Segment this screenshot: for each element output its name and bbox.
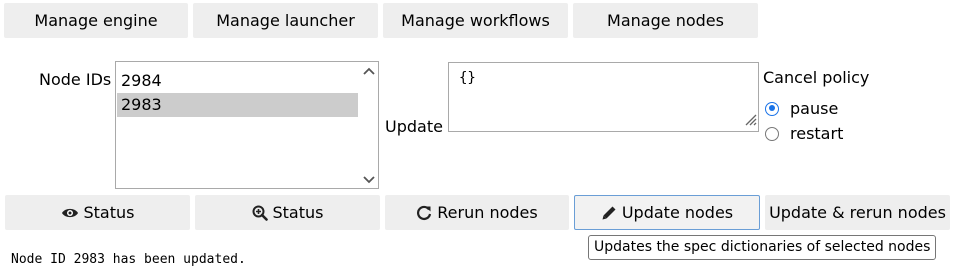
pencil-icon (601, 205, 617, 221)
manage-workflows-button[interactable]: Manage workflows (383, 3, 568, 38)
scroll-up-icon[interactable] (361, 64, 377, 80)
redo-icon (416, 205, 432, 221)
scroll-down-icon[interactable] (361, 171, 377, 187)
manage-launcher-button[interactable]: Manage launcher (193, 3, 378, 38)
radio-option-pause[interactable]: pause (765, 99, 838, 118)
eye-icon (61, 206, 79, 220)
list-item-2984[interactable]: 2984 (117, 69, 358, 93)
status-view-button[interactable]: Status (5, 195, 190, 230)
rerun-nodes-label: Rerun nodes (437, 203, 538, 222)
manage-nodes-button[interactable]: Manage nodes (573, 3, 758, 38)
resize-grip-icon[interactable] (743, 112, 757, 130)
update-value: {} (459, 70, 476, 86)
update-nodes-tooltip: Updates the spec dictionaries of selecte… (588, 235, 937, 260)
status-view-label: Status (83, 203, 135, 222)
status-zoom-button[interactable]: Status (195, 195, 380, 230)
status-zoom-label: Status (272, 203, 324, 222)
cancel-policy-label: Cancel policy (763, 68, 870, 87)
update-rerun-nodes-button[interactable]: Update & rerun nodes (765, 195, 950, 230)
update-textarea[interactable]: {} (448, 62, 759, 132)
update-nodes-button[interactable]: Update nodes (574, 195, 760, 230)
update-nodes-label: Update nodes (621, 203, 734, 222)
list-item-2983[interactable]: 2983 (117, 93, 358, 117)
output-message: Node ID 2983 has been updated. (11, 252, 246, 267)
radio-restart-label: restart (790, 124, 844, 143)
radio-restart[interactable] (765, 126, 779, 141)
rerun-nodes-button[interactable]: Rerun nodes (385, 195, 569, 230)
zoom-in-icon (252, 205, 268, 221)
manage-engine-button[interactable]: Manage engine (4, 3, 188, 38)
update-label: Update (385, 117, 443, 136)
node-ids-listbox[interactable]: 2984 2983 (115, 61, 379, 189)
radio-pause-label: pause (790, 99, 839, 118)
radio-option-restart[interactable]: restart (765, 124, 843, 143)
node-ids-label: Node IDs (39, 70, 112, 89)
radio-pause[interactable] (765, 101, 779, 116)
